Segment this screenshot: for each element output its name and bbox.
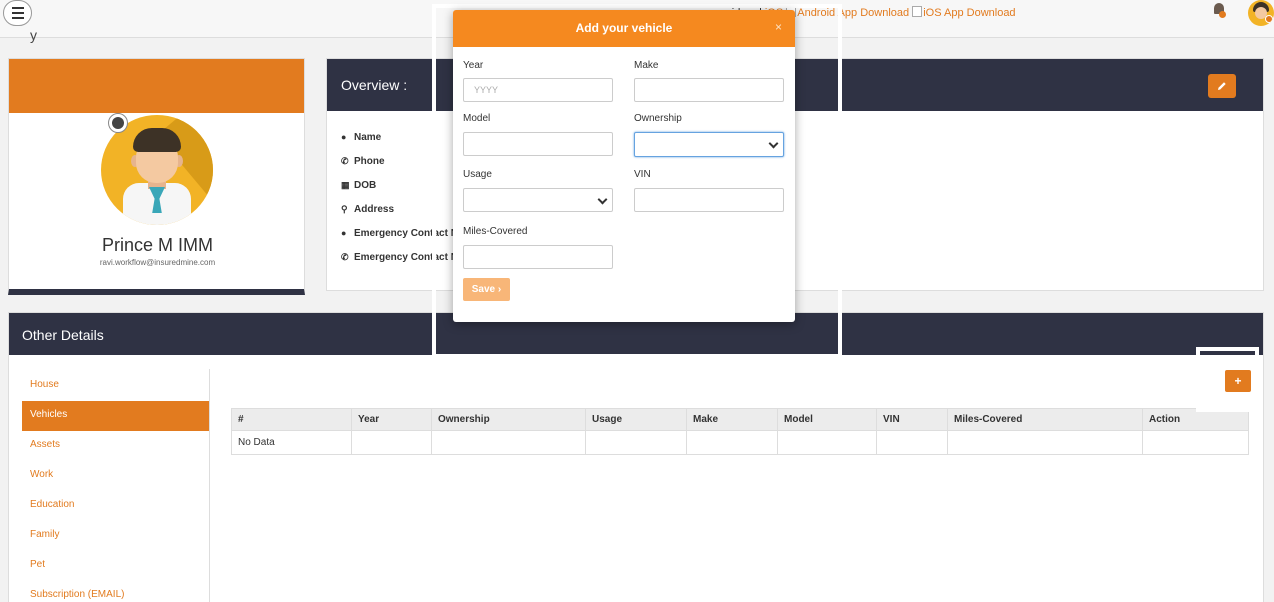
year-input[interactable]: YYYY <box>463 78 613 102</box>
table-cell <box>1142 430 1249 455</box>
page-title: y <box>30 27 37 43</box>
other-details-title: Other Details <box>22 327 104 343</box>
column-header: Model <box>777 408 877 431</box>
ios-download-link[interactable]: iOS App Download <box>912 7 1015 19</box>
notification-bell-icon[interactable] <box>1213 3 1226 18</box>
vin-input[interactable] <box>634 188 784 212</box>
sidebar-item-education[interactable]: Education <box>22 491 209 521</box>
table-header-row: # Year Ownership Usage Make Model VIN Mi… <box>231 408 1249 431</box>
phone-icon: ✆ <box>341 156 349 166</box>
user-icon: ● <box>341 228 347 238</box>
overview-row-name: ● Name <box>341 132 381 143</box>
user-avatar[interactable] <box>1248 0 1274 26</box>
phone-icon: ✆ <box>341 252 349 262</box>
profile-card: Prince M IMM ravi.workflow@insuredmine.c… <box>8 58 305 295</box>
ownership-select[interactable] <box>634 132 784 157</box>
edit-avatar-icon[interactable] <box>108 113 128 133</box>
profile-banner <box>9 59 304 113</box>
map-marker-icon: ⚲ <box>341 204 348 214</box>
sidebar-item-work[interactable]: Work <box>22 461 209 491</box>
sidebar-divider <box>209 369 210 602</box>
add-vehicle-modal: Add your vehicle × Year YYYY Make Model … <box>453 10 795 322</box>
model-label: Model <box>463 113 491 124</box>
sidebar-item-subscription[interactable]: Subscription (EMAIL) <box>22 581 209 602</box>
usage-select[interactable] <box>463 188 613 212</box>
close-icon[interactable]: × <box>775 20 782 34</box>
model-input[interactable] <box>463 132 613 156</box>
overview-row-phone: ✆ Phone <box>341 156 385 167</box>
column-header: Ownership <box>431 408 586 431</box>
year-label: Year <box>463 60 484 71</box>
table-cell <box>585 430 687 455</box>
ownership-label: Ownership <box>634 113 682 124</box>
save-button[interactable]: Save › <box>463 278 510 301</box>
vehicles-table: # Year Ownership Usage Make Model VIN Mi… <box>231 408 1249 455</box>
table-cell <box>777 430 877 455</box>
table-cell <box>947 430 1143 455</box>
column-header: Make <box>686 408 778 431</box>
chevron-down-icon <box>597 194 608 205</box>
overview-row-dob: ▦ DOB <box>341 180 376 191</box>
overview-label: Name <box>354 132 382 143</box>
table-cell <box>876 430 948 455</box>
details-sidebar: House Vehicles Assets Work Education Fam… <box>22 371 209 602</box>
table-cell <box>686 430 778 455</box>
annotation-label-1: 1 <box>1111 370 1120 387</box>
column-header: # <box>231 408 352 431</box>
chevron-down-icon <box>768 138 779 149</box>
modal-header: Add your vehicle × <box>453 10 795 47</box>
edit-overview-button[interactable] <box>1208 74 1236 98</box>
empty-cell: No Data <box>231 430 352 455</box>
table-cell <box>351 430 432 455</box>
sidebar-item-family[interactable]: Family <box>22 521 209 551</box>
table-row: No Data <box>231 430 1249 455</box>
annotation-arrow-2 <box>821 118 886 136</box>
overview-label: Phone <box>354 156 385 167</box>
annotation-arrow-1 <box>1145 369 1205 387</box>
pencil-icon <box>1218 82 1226 90</box>
make-label: Make <box>634 60 659 71</box>
overview-title: Overview : <box>341 77 408 93</box>
column-header: VIN <box>876 408 948 431</box>
calendar-icon: ▦ <box>341 180 350 190</box>
miles-covered-label: Miles-Covered <box>463 226 528 237</box>
menu-icon[interactable] <box>3 0 32 26</box>
miles-covered-input[interactable] <box>463 245 613 269</box>
sidebar-item-vehicles[interactable]: Vehicles <box>22 401 209 431</box>
sidebar-item-pet[interactable]: Pet <box>22 551 209 581</box>
profile-email: ravi.workflow@insuredmine.com <box>99 258 216 267</box>
vin-label: VIN <box>634 169 651 180</box>
sidebar-item-assets[interactable]: Assets <box>22 431 209 461</box>
user-icon: ● <box>341 132 347 142</box>
overview-label: Address <box>354 204 395 215</box>
column-header: Year <box>351 408 432 431</box>
overview-row-address: ⚲ Address <box>341 204 394 215</box>
sidebar-item-house[interactable]: House <box>22 371 209 401</box>
profile-name: Prince M IMM <box>101 235 213 255</box>
annotation-box-add-button <box>1196 347 1259 412</box>
column-header: Usage <box>585 408 687 431</box>
overview-label: DOB <box>354 180 377 191</box>
annotation-label-2: 2 <box>896 128 905 145</box>
usage-label: Usage <box>463 169 492 180</box>
column-header: Miles-Covered <box>947 408 1143 431</box>
table-cell <box>431 430 586 455</box>
modal-title: Add your vehicle <box>575 21 673 35</box>
make-input[interactable] <box>634 78 784 102</box>
